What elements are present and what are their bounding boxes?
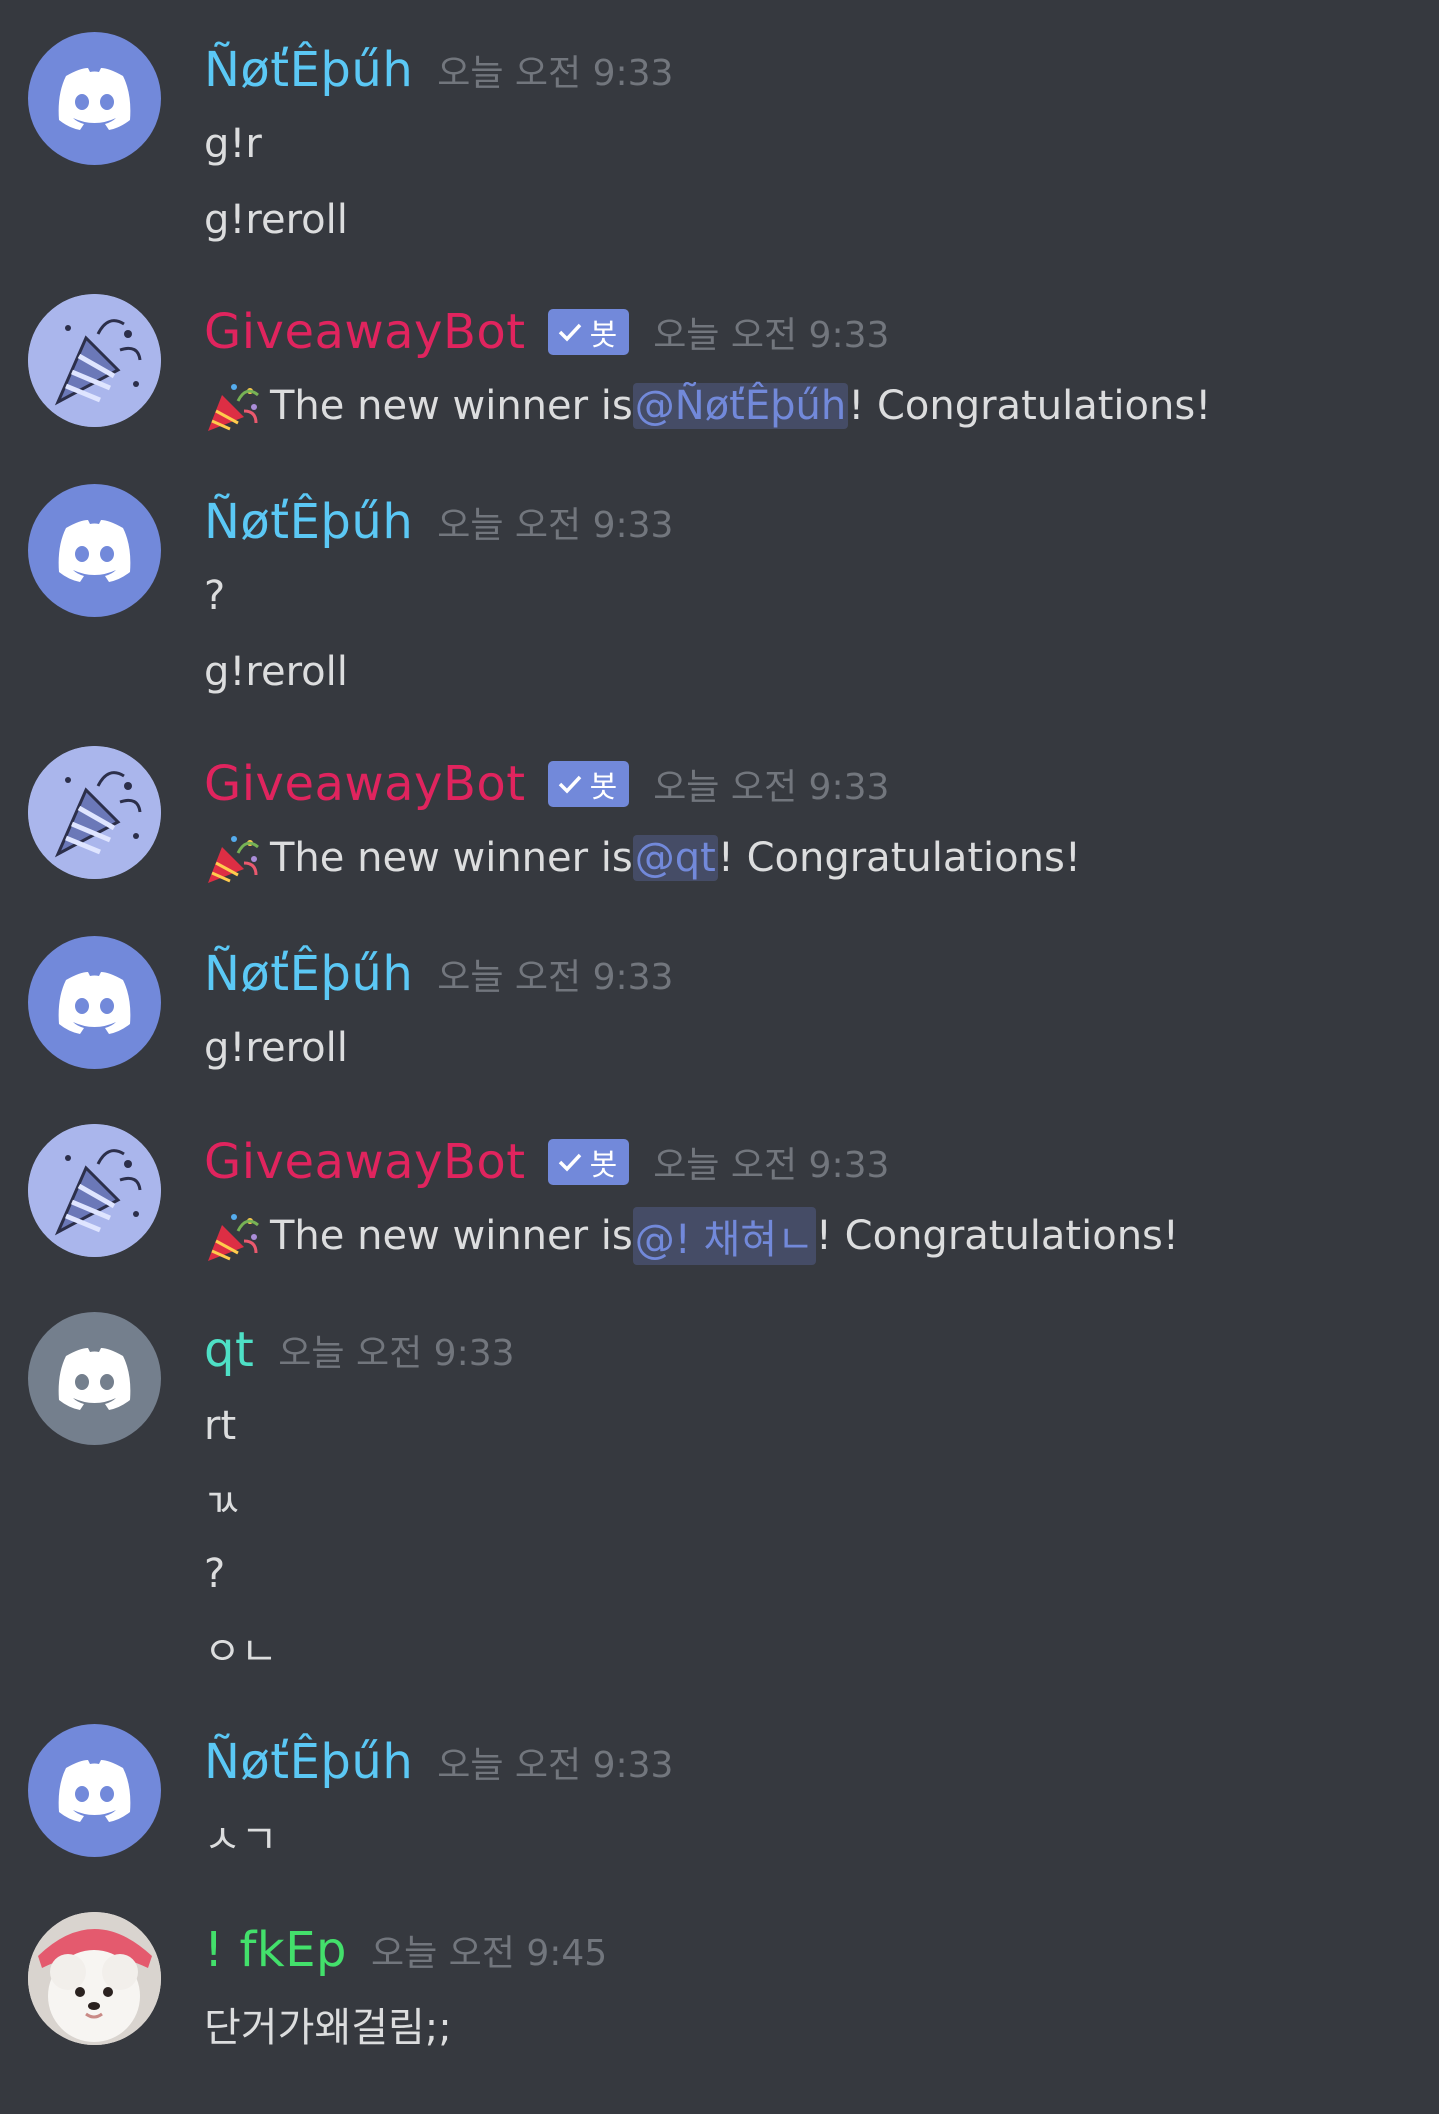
message-header: GiveawayBot 봇 오늘 오전 9:33 <box>204 302 889 362</box>
timestamp: 오늘 오전 9:33 <box>437 505 674 546</box>
message-suffix: ! Congratulations! <box>848 383 1212 429</box>
message-text: g!r <box>204 121 262 167</box>
bot-tag: 봇 <box>547 309 630 355</box>
message-header: GiveawayBot 봇 오늘 오전 9:33 <box>204 754 889 814</box>
message-text: rt <box>204 1403 237 1449</box>
message-text: The new winner is @! 채혀ㄴ ! Congratulatio… <box>204 1207 1179 1265</box>
user-mention[interactable]: @! 채혀ㄴ <box>632 1207 816 1265</box>
timestamp: 오늘 오전 9:33 <box>278 1333 515 1374</box>
discord-logo-avatar[interactable] <box>28 1724 161 1857</box>
message-text: g!reroll <box>204 197 348 243</box>
timestamp: 오늘 오전 9:33 <box>653 1145 890 1186</box>
message-header: ÑøťÊþűh 오늘 오전 9:33 <box>204 492 673 552</box>
bot-tag-label: 봇 <box>589 318 618 353</box>
bot-tag-label: 봇 <box>589 770 618 805</box>
message-prefix: The new winner is <box>270 383 633 429</box>
user-mention[interactable]: @qt <box>632 835 718 881</box>
message-text: The new winner is @qt ! Congratulations! <box>204 830 1081 886</box>
bot-tag: 봇 <box>547 1139 630 1185</box>
message-text: ㄳ <box>204 1481 241 1527</box>
timestamp: 오늘 오전 9:33 <box>653 315 890 356</box>
message-text: g!reroll <box>204 649 348 695</box>
user-mention[interactable]: @ÑøťÊþűh <box>632 383 849 429</box>
message-text: ㅅㄱ <box>204 1817 278 1863</box>
message-text: ㅇㄴ <box>204 1629 278 1675</box>
checkmark-icon <box>558 767 582 802</box>
message-text: g!reroll <box>204 1025 348 1071</box>
message-suffix: ! Congratulations! <box>717 835 1081 881</box>
message-header: qt 오늘 오전 9:33 <box>204 1320 515 1380</box>
timestamp: 오늘 오전 9:45 <box>371 1933 608 1974</box>
discord-logo-avatar[interactable] <box>28 936 161 1069</box>
username[interactable]: ÑøťÊþűh <box>204 1734 413 1790</box>
dog-photo-avatar[interactable] <box>28 1912 161 2045</box>
message-text: The new winner is @ÑøťÊþűh ! Congratulat… <box>204 378 1211 434</box>
message-text: ? <box>204 573 226 619</box>
party-popper-icon <box>204 1207 262 1265</box>
discord-logo-avatar[interactable] <box>28 484 161 617</box>
party-popper-avatar[interactable] <box>28 1124 161 1257</box>
checkmark-icon <box>558 315 582 350</box>
timestamp: 오늘 오전 9:33 <box>437 1745 674 1786</box>
message-header: GiveawayBot 봇 오늘 오전 9:33 <box>204 1132 889 1192</box>
checkmark-icon <box>558 1145 582 1180</box>
party-popper-icon <box>204 377 262 435</box>
message-suffix: ! Congratulations! <box>815 1213 1179 1259</box>
timestamp: 오늘 오전 9:33 <box>653 767 890 808</box>
party-popper-icon <box>204 829 262 887</box>
bot-tag-label: 봇 <box>589 1148 618 1183</box>
bot-tag: 봇 <box>547 761 630 807</box>
message-text: ? <box>204 1551 226 1597</box>
discord-logo-avatar[interactable] <box>28 32 161 165</box>
username[interactable]: ÑøťÊþűh <box>204 42 413 98</box>
chat-message-list: ÑøťÊþűh 오늘 오전 9:33 g!r g!reroll Giveaway… <box>0 0 1439 2114</box>
message-header: ÑøťÊþűh 오늘 오전 9:33 <box>204 40 673 100</box>
username[interactable]: GiveawayBot <box>204 304 526 360</box>
message-text: 단거가왜걸림;; <box>204 2005 452 2051</box>
username[interactable]: ÑøťÊþűh <box>204 494 413 550</box>
username[interactable]: GiveawayBot <box>204 1134 526 1190</box>
username[interactable]: ! fkEp <box>204 1922 347 1978</box>
timestamp: 오늘 오전 9:33 <box>437 53 674 94</box>
message-prefix: The new winner is <box>270 1213 633 1259</box>
party-popper-avatar[interactable] <box>28 294 161 427</box>
username[interactable]: qt <box>204 1322 254 1378</box>
timestamp: 오늘 오전 9:33 <box>437 957 674 998</box>
discord-logo-avatar[interactable] <box>28 1312 161 1445</box>
party-popper-avatar[interactable] <box>28 746 161 879</box>
username[interactable]: ÑøťÊþűh <box>204 946 413 1002</box>
username[interactable]: GiveawayBot <box>204 756 526 812</box>
message-header: ÑøťÊþűh 오늘 오전 9:33 <box>204 944 673 1004</box>
message-header: ÑøťÊþűh 오늘 오전 9:33 <box>204 1732 673 1792</box>
message-prefix: The new winner is <box>270 835 633 881</box>
message-header: ! fkEp 오늘 오전 9:45 <box>204 1920 607 1980</box>
